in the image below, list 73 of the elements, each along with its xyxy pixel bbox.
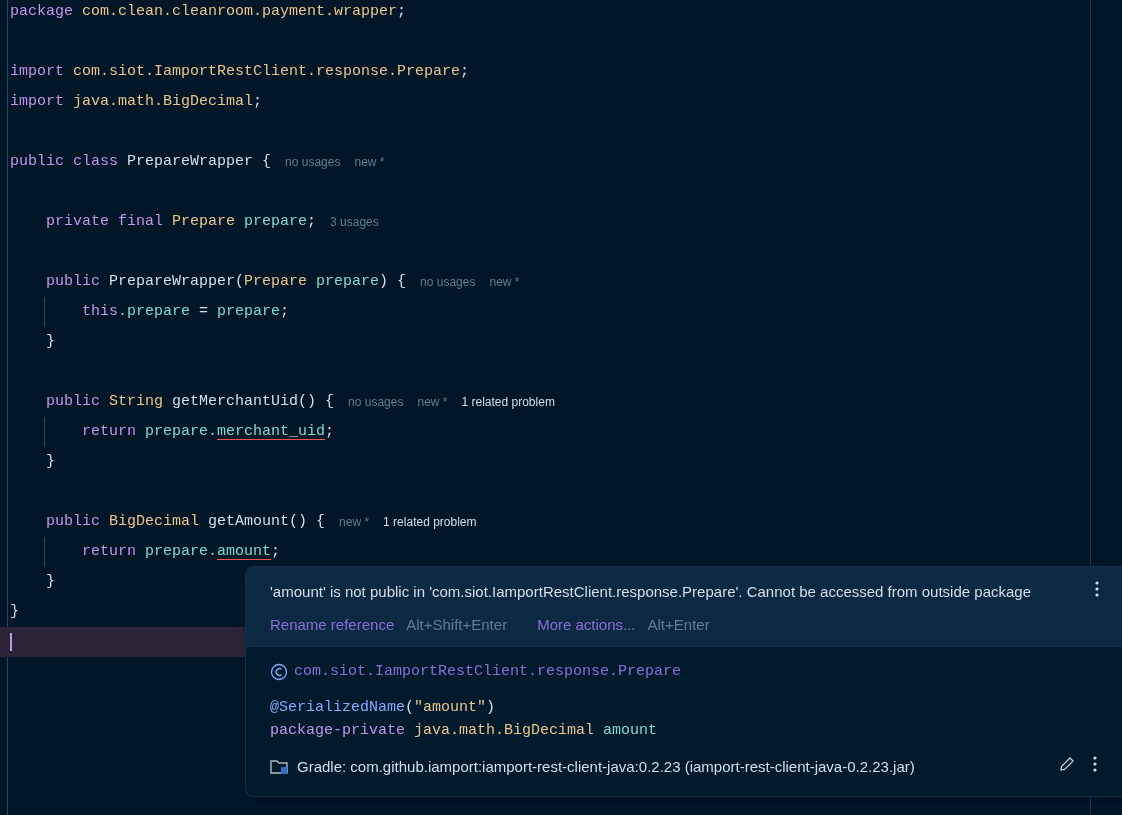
- code-token: }: [45, 332, 55, 352]
- code-token: import: [10, 92, 64, 112]
- inlay-hint: no usages: [348, 394, 404, 411]
- inlay-hint: no usages: [285, 154, 341, 171]
- code-token: getMerchantUid() {: [171, 392, 335, 412]
- code-token: ;: [280, 302, 290, 322]
- code-token: (: [405, 698, 415, 716]
- code-token: @SerializedName: [270, 698, 406, 716]
- class-icon: [270, 663, 288, 682]
- code-token: }: [45, 452, 55, 472]
- inlay-hint: 3 usages: [330, 214, 379, 231]
- error-message: 'amount' is not public in 'com.siot.IamportRestClient.response.Prepare'. Cannot be accessed from outside package: [270, 582, 1032, 602]
- code-token: .prepare: [118, 302, 191, 322]
- inlay-hint: new *: [489, 274, 520, 291]
- more-options-icon[interactable]: [1095, 581, 1099, 597]
- code-token: prepare.: [144, 422, 218, 442]
- code-token: String: [108, 392, 164, 412]
- code-token: ;: [307, 212, 317, 232]
- code-token: =: [198, 302, 210, 322]
- class-name: com.siot.IamportRestClient.response.Prepare: [294, 662, 682, 682]
- code-token: return: [81, 542, 137, 562]
- code-token: PrepareWrapper {: [126, 152, 272, 172]
- shortcut-label: Alt+Shift+Enter: [406, 614, 508, 635]
- code-token: amount: [602, 721, 658, 739]
- code-token: ;: [397, 2, 407, 22]
- code-token: prepare.: [144, 542, 218, 562]
- code-token: prepare: [217, 302, 281, 322]
- code-token: private final: [45, 212, 164, 232]
- inlay-hint: new *: [339, 514, 370, 531]
- action-link[interactable]: Rename reference: [270, 613, 395, 636]
- code-token: getAmount() {: [207, 512, 326, 532]
- code-token: ;: [460, 62, 470, 82]
- code-token: import: [10, 62, 64, 82]
- inlay-hint: no usages: [420, 274, 476, 291]
- error-code-token: merchant_uid: [217, 422, 326, 442]
- code-token: ): [486, 698, 496, 716]
- code-token: Prepare: [171, 212, 236, 232]
- code-token: public: [45, 272, 100, 292]
- code-token: prepare: [315, 272, 380, 292]
- code-token: "amount": [414, 698, 487, 716]
- code-token: ;: [325, 422, 335, 442]
- code-token: java.math.BigDecimal: [72, 92, 254, 112]
- related-problem-hint[interactable]: 1 related problem: [383, 507, 477, 537]
- code-token: ;: [253, 92, 263, 112]
- code-token: public: [45, 512, 100, 532]
- code-token: java.math.BigDecimal: [413, 721, 595, 739]
- code-token: com.siot.IamportRestClient.response.Prepare: [72, 62, 461, 82]
- shortcut-label: Alt+Enter: [647, 614, 710, 635]
- code-token: }: [45, 572, 55, 592]
- code-token: return: [81, 422, 137, 442]
- code-token: ;: [271, 542, 281, 562]
- code-token: prepare: [243, 212, 308, 232]
- error-code-token: amount: [217, 542, 272, 562]
- code-token: this: [81, 302, 119, 322]
- code-token: }: [10, 602, 19, 622]
- code-token: ) {: [379, 272, 407, 292]
- edit-pencil-icon[interactable]: [1059, 755, 1075, 772]
- inlay-hint: new *: [354, 154, 385, 171]
- code-token: public class: [10, 152, 119, 172]
- code-token: com.clean.cleanroom.payment.wrapper: [81, 2, 398, 22]
- inlay-hint: new *: [417, 394, 448, 411]
- code-token: Prepare: [244, 272, 308, 292]
- related-problem-hint[interactable]: 1 related problem: [461, 387, 555, 417]
- action-link[interactable]: More actions...: [537, 613, 636, 636]
- code-token: BigDecimal: [108, 512, 200, 532]
- library-source: Gradle: com.github.iamport:iamport-rest-client-java:0.2.23 (iamport-rest-client-java-0.2.23.jar): [297, 756, 915, 777]
- text-cursor: [10, 633, 12, 651]
- code-token: public: [45, 392, 100, 412]
- code-token: PrepareWrapper(: [108, 272, 245, 292]
- more-options-icon[interactable]: [1093, 755, 1097, 772]
- code-token: package: [10, 2, 73, 22]
- library-folder-icon: [270, 758, 288, 775]
- code-token: package-private: [270, 721, 406, 739]
